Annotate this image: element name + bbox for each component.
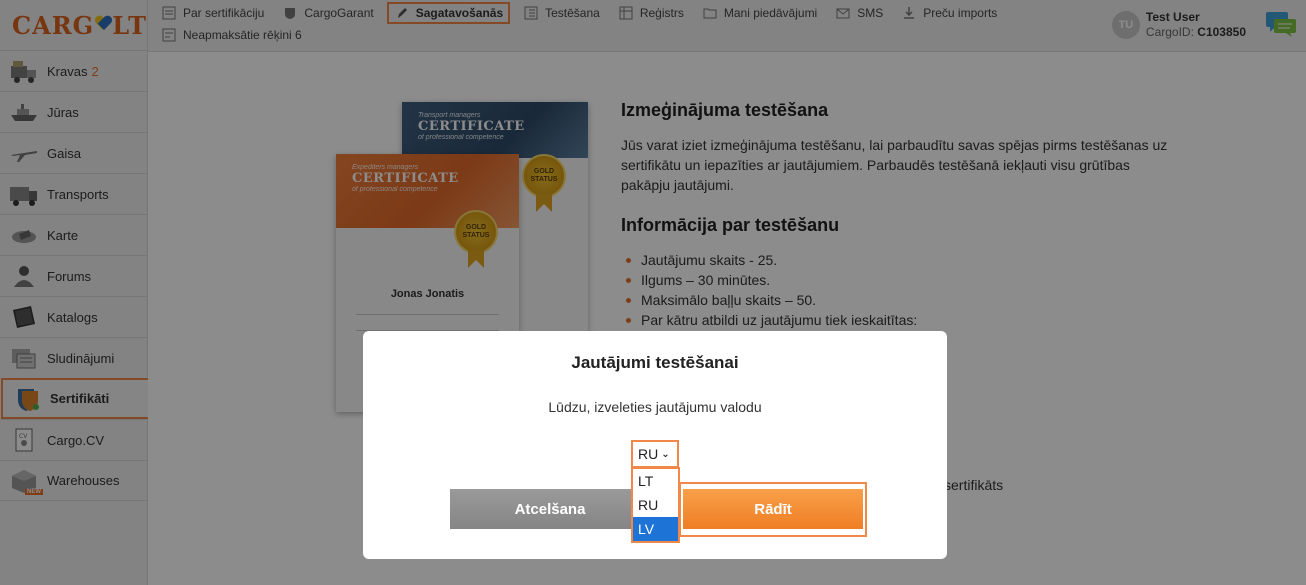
language-option-ru[interactable]: RU bbox=[633, 493, 678, 517]
modal-title: Jautājumi testēšanai bbox=[571, 353, 739, 372]
chevron-down-icon: ⌄ bbox=[661, 448, 670, 460]
language-select[interactable]: RU ⌄ bbox=[631, 440, 679, 468]
language-option-lv[interactable]: LV bbox=[633, 517, 678, 541]
selected-language: RU bbox=[638, 446, 659, 462]
show-button[interactable]: Rādīt bbox=[683, 489, 863, 529]
language-dropdown: LT RU LV bbox=[631, 467, 680, 543]
show-button-highlight: Rādīt bbox=[679, 482, 867, 537]
language-option-lt[interactable]: LT bbox=[633, 469, 678, 493]
modal-text: Lūdzu, izveleties jautājumu valodu bbox=[548, 399, 762, 415]
cancel-button[interactable]: Atcelšana bbox=[450, 489, 650, 529]
language-select-value[interactable]: RU ⌄ bbox=[635, 444, 675, 464]
